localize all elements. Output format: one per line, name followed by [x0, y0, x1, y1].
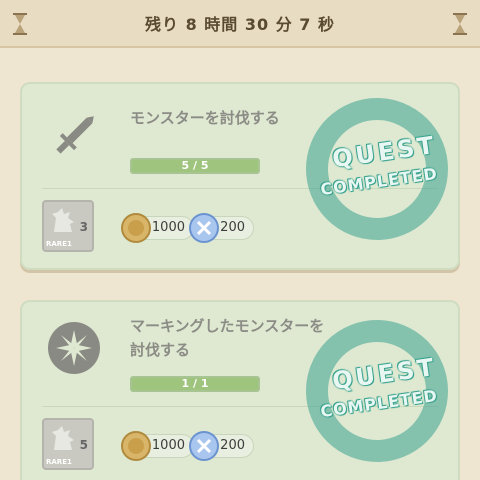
gold-coin-icon — [121, 213, 151, 243]
gold-amount: 1000 — [151, 438, 185, 453]
header-bar: 残り 8 時間 30 分 7 秒 — [0, 0, 480, 48]
gold-amount: 1000 — [151, 220, 185, 235]
gold-coin-icon — [121, 431, 151, 461]
time-remaining: 残り 8 時間 30 分 7 秒 — [145, 15, 335, 34]
rare-count: 5 — [79, 438, 88, 452]
progress-text: 1 / 1 — [181, 377, 209, 390]
monster-icon — [52, 208, 74, 232]
gold-reward: 1000 — [121, 213, 194, 243]
gem-icon — [189, 431, 219, 461]
gem-icon — [189, 213, 219, 243]
quest-card[interactable]: モンスターを討伐する 5 / 5 3 RARE1 1000 200 QUEST … — [20, 82, 460, 270]
quest-completed-stamp: QUEST COMPLETED — [302, 94, 452, 244]
progress-bar: 5 / 5 — [130, 158, 260, 174]
quest-completed-stamp: QUEST COMPLETED — [302, 316, 452, 466]
hourglass-icon — [453, 13, 467, 35]
quest-card[interactable]: マーキングしたモンスターを討伐する 1 / 1 5 RARE1 1000 200… — [20, 300, 460, 480]
hourglass-icon — [13, 13, 27, 35]
marker-icon — [48, 322, 100, 374]
gem-amount: 200 — [220, 438, 245, 453]
sword-icon — [56, 116, 94, 154]
quest-title: モンスターを討伐する — [130, 109, 280, 127]
rare-label: RARE1 — [46, 458, 72, 466]
progress-bar: 1 / 1 — [130, 376, 260, 392]
rare-count: 3 — [79, 220, 88, 234]
rare-label: RARE1 — [46, 240, 72, 248]
quest-title: マーキングしたモンスターを討伐する — [130, 317, 325, 359]
gem-reward: 200 — [189, 213, 254, 243]
reward-monster-card[interactable]: 5 RARE1 — [42, 418, 94, 470]
gem-reward: 200 — [189, 431, 254, 461]
gold-reward: 1000 — [121, 431, 194, 461]
monster-icon — [52, 426, 74, 450]
gem-amount: 200 — [220, 220, 245, 235]
progress-text: 5 / 5 — [181, 159, 209, 172]
reward-monster-card[interactable]: 3 RARE1 — [42, 200, 94, 252]
